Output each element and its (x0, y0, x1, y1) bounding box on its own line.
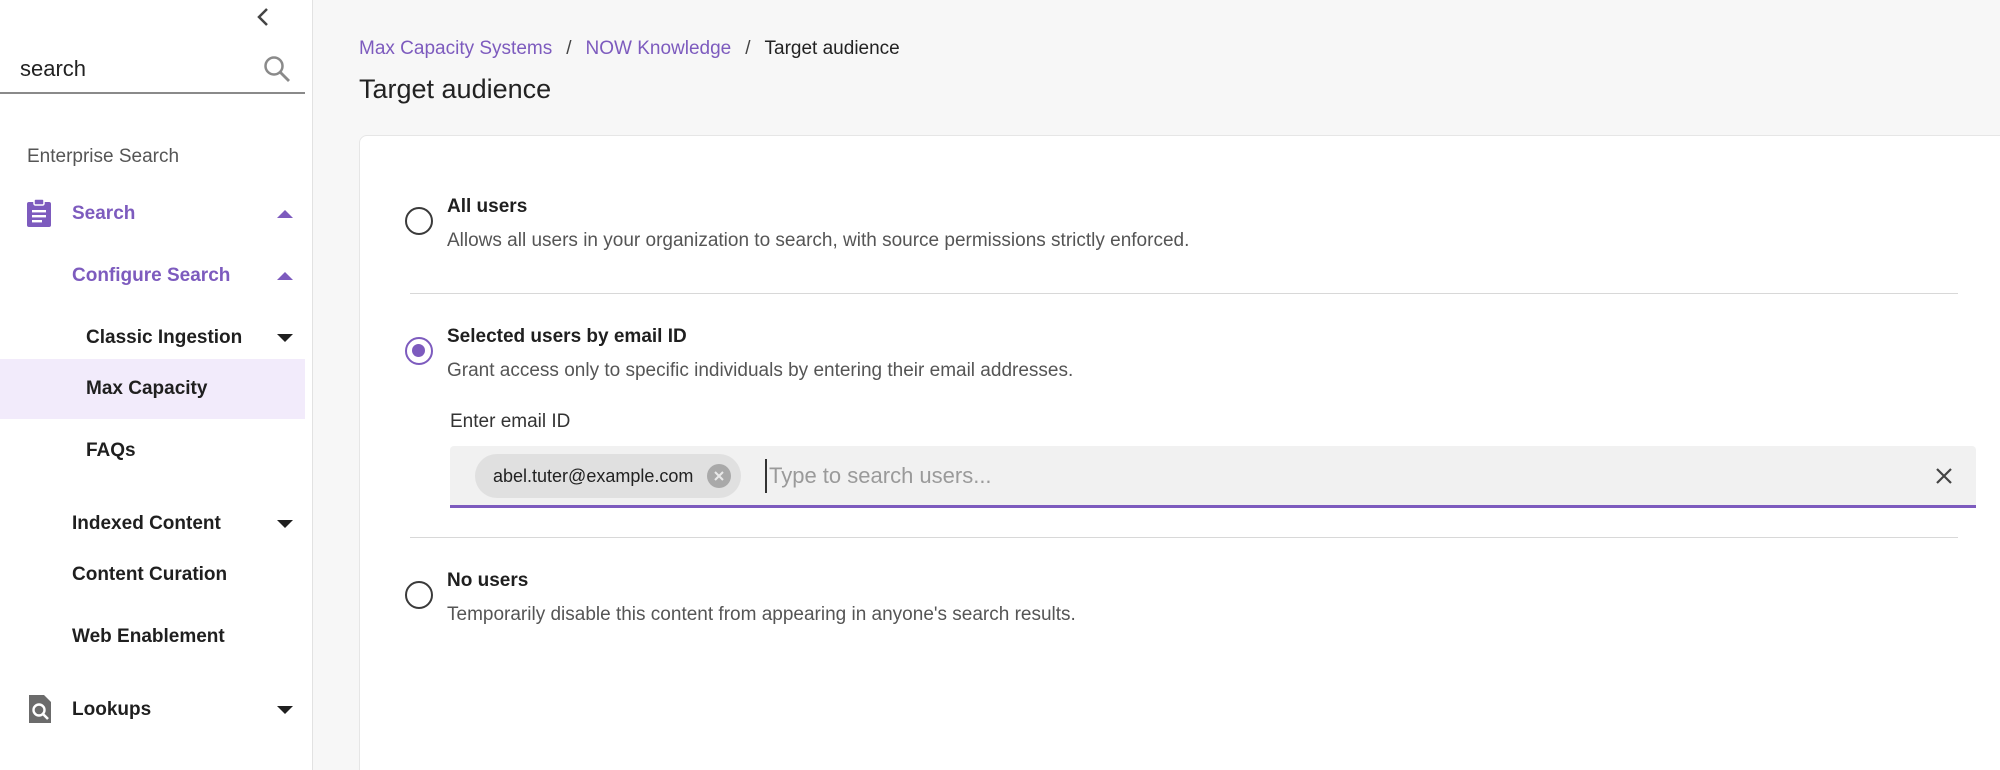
sidebar-item-label: Content Curation (72, 564, 228, 585)
option-all-users[interactable]: All users Allows all users in your organ… (405, 196, 1965, 256)
sidebar-item-content-curation[interactable]: Content Curation (0, 557, 305, 593)
sidebar-item-web-enablement[interactable]: Web Enablement (0, 619, 305, 655)
option-description: Temporarily disable this content from ap… (447, 604, 1076, 625)
sidebar-item-configure-search[interactable]: Configure Search (0, 258, 305, 294)
sidebar-item-label: Lookups (72, 699, 152, 720)
sidebar: Enterprise Search Search Configure Searc… (0, 0, 313, 770)
sidebar-item-label: Indexed Content (72, 513, 221, 534)
divider (410, 293, 1958, 294)
breadcrumb-link-now-knowledge[interactable]: NOW Knowledge (586, 38, 732, 60)
radio-no-users[interactable] (405, 581, 433, 609)
chip-remove-icon[interactable] (707, 464, 732, 488)
chevron-up-icon (277, 210, 293, 218)
target-audience-card: All users Allows all users in your organ… (359, 135, 2000, 770)
sidebar-item-faqs[interactable]: FAQs (0, 433, 305, 469)
chevron-left-icon (257, 8, 268, 26)
sidebar-item-label: Web Enablement (72, 626, 225, 647)
chevron-up-icon (277, 272, 293, 280)
sidebar-item-label: Configure Search (72, 265, 231, 286)
option-selected-users[interactable]: Selected users by email ID Grant access … (405, 326, 1965, 386)
sidebar-item-label: Classic Ingestion (86, 327, 243, 348)
email-field[interactable]: abel.tuter@example.com (450, 446, 1976, 508)
option-title: Selected users by email ID (447, 326, 687, 347)
sidebar-item-lookups[interactable]: Lookups (0, 692, 305, 728)
divider (410, 537, 1958, 538)
chevron-down-icon (277, 520, 293, 528)
clipboard-icon (27, 198, 51, 227)
email-chip-label: abel.tuter@example.com (493, 465, 694, 486)
radio-selected-users[interactable] (405, 337, 433, 365)
clear-icon[interactable] (1932, 464, 1956, 488)
option-description: Allows all users in your organization to… (447, 230, 1190, 251)
option-no-users[interactable]: No users Temporarily disable this conten… (405, 570, 1965, 630)
option-title: No users (447, 570, 529, 591)
option-description: Grant access only to specific individual… (447, 360, 1074, 381)
chevron-down-icon (277, 334, 293, 342)
sidebar-search (0, 48, 305, 94)
breadcrumb-link-max-capacity-systems[interactable]: Max Capacity Systems (359, 38, 552, 60)
sidebar-item-indexed-content[interactable]: Indexed Content (0, 506, 305, 542)
breadcrumb: Max Capacity Systems / NOW Knowledge / T… (359, 38, 900, 60)
sidebar-item-classic-ingestion[interactable]: Classic Ingestion (0, 320, 305, 356)
email-field-label: Enter email ID (450, 411, 571, 432)
radio-all-users[interactable] (405, 207, 433, 235)
email-search-input[interactable] (765, 459, 1865, 493)
sidebar-item-label: Search (72, 203, 136, 224)
breadcrumb-separator: / (745, 38, 751, 59)
section-title: Enterprise Search (27, 146, 180, 167)
sidebar-item-max-capacity[interactable]: Max Capacity (0, 359, 305, 419)
document-search-icon (29, 695, 51, 723)
main-content: Max Capacity Systems / NOW Knowledge / T… (314, 0, 2000, 770)
search-icon[interactable] (262, 54, 292, 84)
page-title: Target audience (359, 74, 552, 104)
sidebar-search-input[interactable] (20, 54, 250, 84)
email-chip: abel.tuter@example.com (475, 454, 742, 498)
breadcrumb-separator: / (566, 38, 572, 59)
sidebar-item-label: FAQs (86, 440, 136, 461)
chevron-down-icon (277, 706, 293, 714)
sidebar-item-search[interactable]: Search (0, 196, 305, 232)
option-title: All users (447, 196, 528, 217)
breadcrumb-current: Target audience (764, 38, 900, 59)
sidebar-item-label: Max Capacity (86, 378, 208, 399)
collapse-sidebar-button[interactable] (250, 4, 276, 30)
